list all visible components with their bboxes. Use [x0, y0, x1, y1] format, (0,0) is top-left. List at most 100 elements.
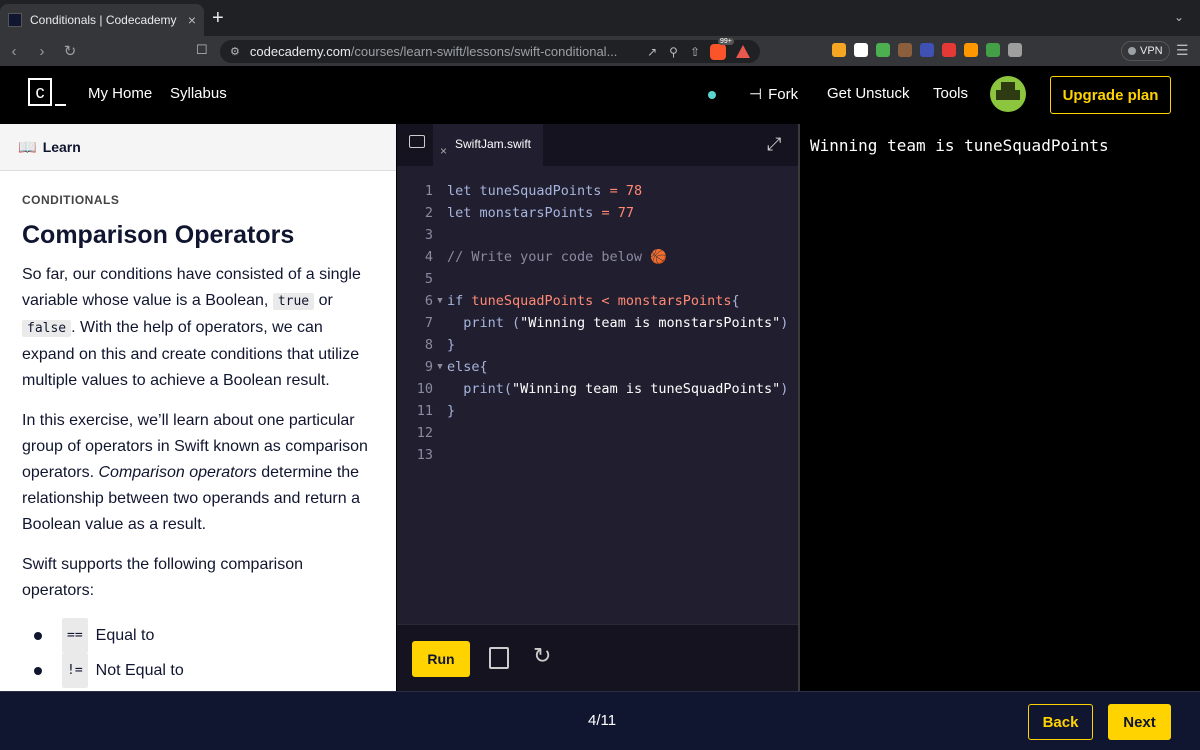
fork-label: Fork	[768, 85, 799, 103]
code-text: print("Winning team is tuneSquadPoints")	[447, 381, 789, 397]
code-line[interactable]: 5	[397, 268, 799, 290]
extension-icon[interactable]	[1008, 43, 1022, 57]
line-number: 9	[424, 359, 433, 375]
zoom-icon[interactable]: ⚲	[669, 45, 678, 59]
browser-menu-icon[interactable]: ☰	[1176, 42, 1189, 59]
extension-icon[interactable]	[876, 43, 890, 57]
reset-icon[interactable]: ↻	[533, 643, 551, 669]
back-button[interactable]: Back	[1028, 704, 1093, 740]
tab-list-chevron-icon[interactable]: ⌄	[1174, 10, 1184, 24]
share-icon[interactable]: ⇧	[690, 45, 700, 59]
code-line[interactable]: 4 // Write your code below 🏀	[397, 246, 799, 268]
expand-icon[interactable]: ⤢	[767, 134, 781, 155]
extension-icon[interactable]	[898, 43, 912, 57]
gutter	[433, 224, 447, 246]
learn-tab-title[interactable]: Learn	[43, 139, 81, 155]
nav-my-home[interactable]: My Home	[88, 85, 152, 102]
line-number: 12	[416, 425, 433, 441]
code-text: if tuneSquadPoints < monstarsPoints{	[447, 293, 740, 309]
tab-title: Conditionals | Codecademy	[30, 13, 177, 27]
line-number: 10	[416, 381, 433, 397]
code-line[interactable]: 7 print ("Winning team is monstarsPoints…	[397, 312, 799, 334]
line-number: 1	[424, 183, 433, 199]
extension-icon[interactable]	[942, 43, 956, 57]
code-line[interactable]: 2 let monstarsPoints = 77	[397, 202, 799, 224]
upgrade-plan-button[interactable]: Upgrade plan	[1050, 76, 1171, 114]
bookmark-icon[interactable]: ☐	[196, 42, 208, 58]
codecademy-favicon-icon	[8, 13, 22, 27]
gutter	[433, 202, 447, 224]
forward-arrow-icon[interactable]: ›	[28, 43, 56, 60]
extension-icon[interactable]	[964, 43, 978, 57]
vpn-button[interactable]: VPN	[1121, 41, 1170, 61]
gutter	[433, 312, 447, 334]
code-text: let monstarsPoints = 77	[447, 205, 634, 221]
brave-rewards-icon[interactable]	[736, 45, 750, 58]
copy-to-clipboard-icon[interactable]	[489, 647, 509, 669]
codecademy-logo[interactable]: c	[28, 78, 66, 110]
extension-icon[interactable]	[832, 43, 846, 57]
code-editor[interactable]: 1 let tuneSquadPoints = 78 2 let monstarsPo…	[397, 180, 799, 466]
code-line[interactable]: 6 ▼ if tuneSquadPoints < monstarsPoints{	[397, 290, 799, 312]
extension-icon[interactable]	[986, 43, 1000, 57]
learn-panel: 📖 Learn CONDITIONALS Comparison Operator…	[0, 124, 396, 691]
code-line[interactable]: 1 let tuneSquadPoints = 78	[397, 180, 799, 202]
gutter	[433, 444, 447, 466]
tab-close-icon[interactable]: ×	[188, 12, 196, 28]
inline-code-true: true	[272, 293, 315, 310]
code-text: }	[447, 337, 456, 353]
site-info-icon[interactable]: ⚙	[230, 45, 240, 58]
get-unstuck-button[interactable]: Get Unstuck	[827, 85, 910, 102]
learn-panel-header: 📖 Learn	[0, 124, 396, 171]
fold-arrow-icon[interactable]: ▼	[433, 356, 447, 378]
fork-button[interactable]: ⊣ Fork	[749, 85, 799, 104]
code-line[interactable]: 12	[397, 422, 799, 444]
line-number: 11	[416, 403, 433, 419]
exercise-progress[interactable]: 4/11	[588, 712, 616, 729]
folder-icon[interactable]	[409, 135, 425, 148]
vpn-label: VPN	[1140, 45, 1163, 57]
extensions-bar	[832, 43, 1022, 57]
address-bar[interactable]: ⚙ codecademy.com/courses/learn-swift/les…	[220, 37, 760, 63]
gutter	[433, 400, 447, 422]
connection-status-indicator	[708, 91, 716, 99]
bottom-navigation-bar: 4/11 Back Next	[0, 691, 1200, 750]
url-text[interactable]: codecademy.com/courses/learn-swift/lesso…	[250, 44, 635, 59]
brave-shields-icon[interactable]: 99+	[710, 37, 734, 60]
open-external-icon[interactable]: ↗	[647, 45, 657, 59]
gutter	[433, 180, 447, 202]
back-arrow-icon[interactable]: ‹	[0, 43, 28, 60]
output-terminal: Winning team is tuneSquadPoints	[798, 124, 1200, 691]
new-tab-button[interactable]: +	[212, 8, 224, 28]
code-line[interactable]: 3	[397, 224, 799, 246]
browser-tab-bar: Conditionals | Codecademy × + ⌄	[0, 0, 1200, 36]
file-tab[interactable]: SwiftJam.swift	[433, 124, 543, 166]
next-button[interactable]: Next	[1108, 704, 1171, 740]
line-number: 5	[424, 271, 433, 287]
nav-syllabus[interactable]: Syllabus	[170, 85, 227, 102]
list-item: == Equal to	[22, 618, 374, 653]
code-line[interactable]: 11}	[397, 400, 799, 422]
browser-toolbar: ‹ › ↻ ☐ ⚙ codecademy.com/courses/learn-s…	[0, 36, 1200, 66]
reload-icon[interactable]: ↻	[56, 42, 84, 60]
lesson-title: Comparison Operators	[22, 221, 295, 249]
vpn-status-icon	[1128, 47, 1136, 55]
fold-arrow-icon[interactable]: ▼	[433, 290, 447, 312]
code-line[interactable]: 10 print("Winning team is tuneSquadPoint…	[397, 378, 799, 400]
extension-icon[interactable]	[854, 43, 868, 57]
user-avatar[interactable]	[990, 76, 1026, 112]
tools-button[interactable]: Tools	[933, 85, 968, 102]
close-icon[interactable]: ×	[440, 144, 447, 158]
code-text: let tuneSquadPoints = 78	[447, 183, 643, 199]
browser-tab[interactable]: Conditionals | Codecademy ×	[0, 4, 204, 36]
output-text: Winning team is tuneSquadPoints	[810, 136, 1109, 155]
app-header: c My Home Syllabus ⊣ Fork Get Unstuck To…	[0, 66, 1200, 124]
list-item: != Not Equal to	[22, 653, 374, 688]
code-line[interactable]: 9 ▼ else{	[397, 356, 799, 378]
line-number: 8	[424, 337, 433, 353]
extension-icon[interactable]	[920, 43, 934, 57]
line-number: 3	[424, 227, 433, 243]
code-line[interactable]: 8}	[397, 334, 799, 356]
code-line[interactable]: 13	[397, 444, 799, 466]
run-button[interactable]: Run	[412, 641, 470, 677]
